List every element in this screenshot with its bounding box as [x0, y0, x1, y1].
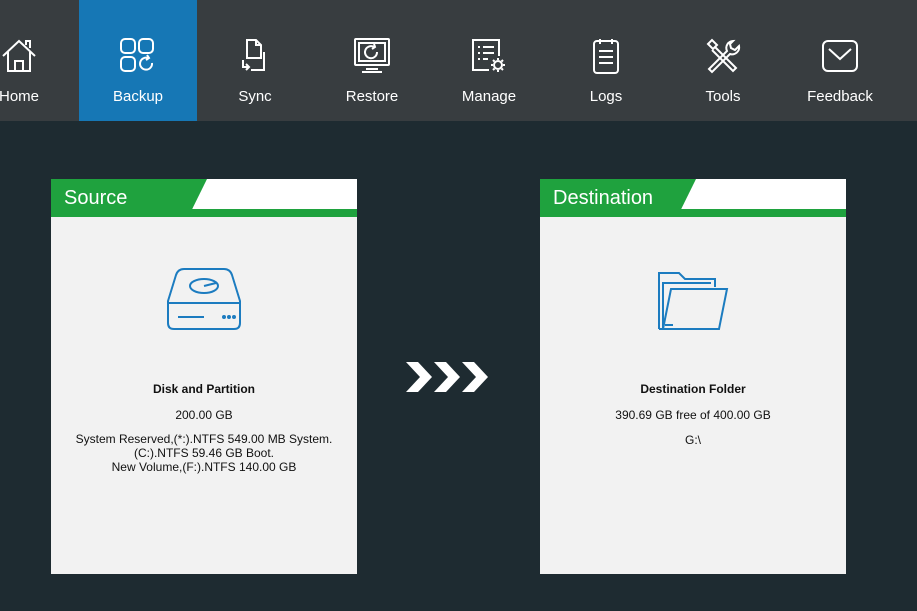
restore-icon — [313, 36, 431, 76]
source-size: 200.00 GB — [175, 408, 233, 422]
tools-icon — [664, 36, 782, 76]
backup-icon — [79, 36, 197, 76]
main-toolbar: Home Backup Sync Restore Manage Logs Too… — [0, 0, 917, 121]
destination-path: G:\ — [684, 433, 701, 447]
toolbar-item-label: Sync — [238, 88, 272, 105]
source-details: System Reserved,(*:).NTFS 549.00 MB Syst… — [75, 432, 333, 474]
toolbar-item-logs[interactable]: Logs — [547, 0, 665, 121]
toolbar-item-backup[interactable]: Backup — [79, 0, 197, 121]
destination-name: Destination Folder — [640, 382, 746, 396]
manage-icon — [430, 36, 548, 76]
toolbar-item-feedback[interactable]: Feedback — [781, 0, 899, 121]
source-title: Source — [64, 187, 128, 209]
toolbar-item-label: Backup — [112, 88, 164, 105]
toolbar-item-label: Tools — [705, 88, 741, 105]
source-card[interactable]: Source Disk and Partition 200.00 GB Syst… — [51, 179, 357, 574]
destination-free-space: 390.69 GB free of 400.00 GB — [615, 408, 771, 422]
toolbar-item-tools[interactable]: Tools — [664, 0, 782, 121]
toolbar-item-label: Logs — [589, 88, 623, 105]
toolbar-item-sync[interactable]: Sync — [196, 0, 314, 121]
toolbar-item-manage[interactable]: Manage — [430, 0, 548, 121]
source-name: Disk and Partition — [152, 382, 256, 396]
toolbar-item-label: Home — [0, 88, 39, 105]
logs-icon — [547, 36, 665, 76]
destination-title: Destination — [553, 187, 654, 209]
home-icon — [0, 36, 78, 76]
sync-icon — [196, 36, 314, 76]
toolbar-item-label: Feedback — [807, 88, 873, 105]
feedback-icon — [781, 36, 899, 76]
toolbar-item-label: Manage — [461, 88, 517, 105]
toolbar-item-label: Restore — [345, 88, 399, 105]
destination-card[interactable]: Destination Destination Folder 390.69 GB… — [540, 179, 846, 574]
toolbar-item-home[interactable]: Home — [0, 0, 78, 121]
triple-chevron-right-icon — [406, 362, 492, 392]
folder-icon — [540, 265, 846, 335]
hard-disk-icon — [51, 265, 357, 335]
toolbar-item-restore[interactable]: Restore — [313, 0, 431, 121]
